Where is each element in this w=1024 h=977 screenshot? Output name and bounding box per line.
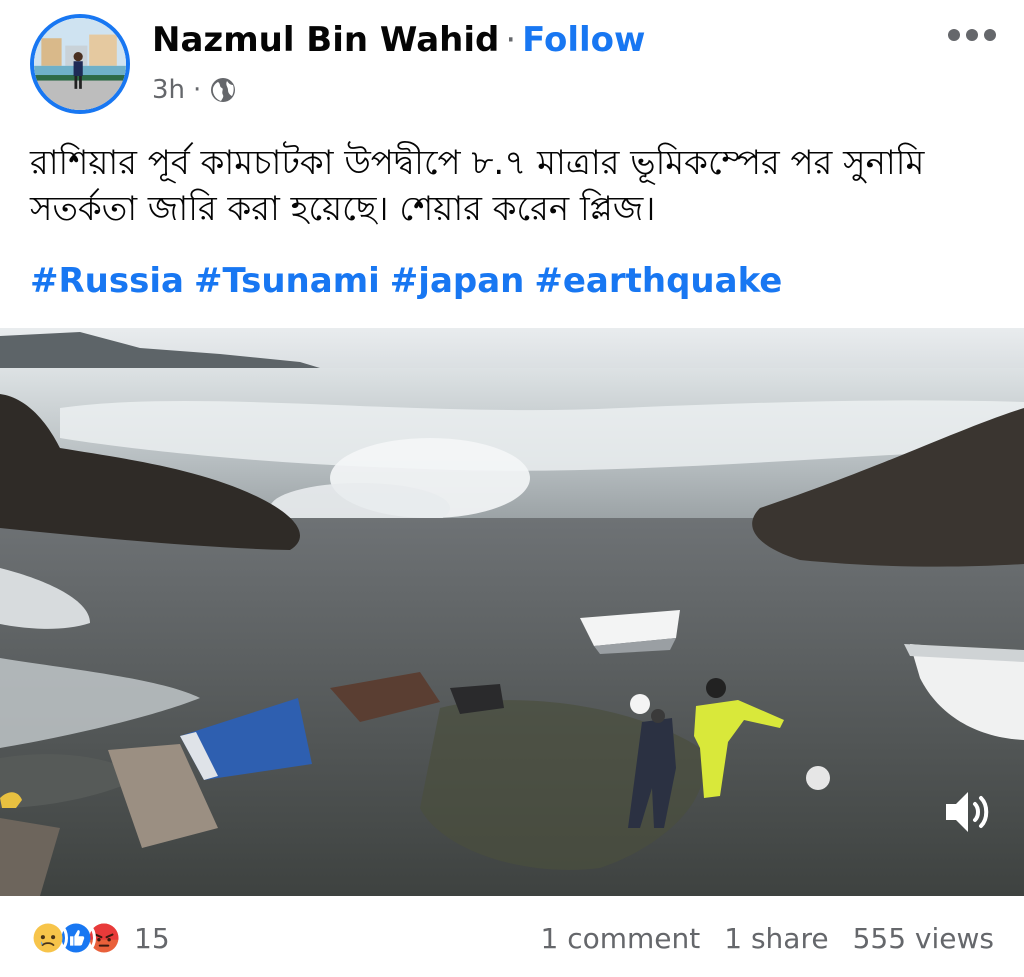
author-avatar[interactable] bbox=[30, 14, 130, 114]
video-frame bbox=[0, 328, 1024, 896]
dot-icon bbox=[966, 29, 978, 41]
post-time[interactable]: 3h bbox=[152, 72, 185, 108]
follow-button[interactable]: Follow bbox=[522, 20, 645, 60]
comments-count[interactable]: 1 comment bbox=[540, 922, 700, 955]
hashtag-earthquake[interactable]: #earthquake bbox=[534, 261, 782, 301]
post-footer: 15 1 comment 1 share 555 views bbox=[0, 896, 1024, 977]
volume-icon[interactable] bbox=[940, 784, 996, 840]
reaction-count: 15 bbox=[134, 921, 170, 955]
reactions-summary[interactable]: 15 bbox=[28, 918, 170, 958]
sad-reaction-icon bbox=[28, 918, 68, 958]
shares-count[interactable]: 1 share bbox=[724, 922, 828, 955]
hashtag-japan[interactable]: #japan bbox=[390, 261, 525, 301]
hashtag-tsunami[interactable]: #Tsunami bbox=[194, 261, 380, 301]
post-text: রাশিয়ার পূর্ব কামচাটকা উপদ্বীপে ৮.৭ মাত… bbox=[30, 143, 925, 229]
views-count: 555 views bbox=[852, 922, 994, 955]
avatar-photo bbox=[34, 18, 126, 110]
author-line: Nazmul Bin Wahid · Follow bbox=[152, 18, 645, 62]
more-options-button[interactable] bbox=[944, 20, 1000, 50]
separator-dot: · bbox=[193, 75, 202, 105]
hashtag-russia[interactable]: #Russia bbox=[30, 261, 184, 301]
globe-icon bbox=[211, 78, 236, 102]
separator-dot: · bbox=[505, 20, 517, 60]
post-meta: 3h · bbox=[152, 72, 237, 108]
hashtags: #Russia #Tsunami #japan #earthquake bbox=[30, 258, 792, 304]
post-stats: 1 comment 1 share 555 views bbox=[540, 922, 994, 955]
dot-icon bbox=[948, 29, 960, 41]
video-player[interactable] bbox=[0, 328, 1024, 896]
author-name[interactable]: Nazmul Bin Wahid bbox=[152, 20, 499, 60]
dot-icon bbox=[984, 29, 996, 41]
post-header: Nazmul Bin Wahid · Follow 3h · bbox=[0, 0, 1024, 120]
